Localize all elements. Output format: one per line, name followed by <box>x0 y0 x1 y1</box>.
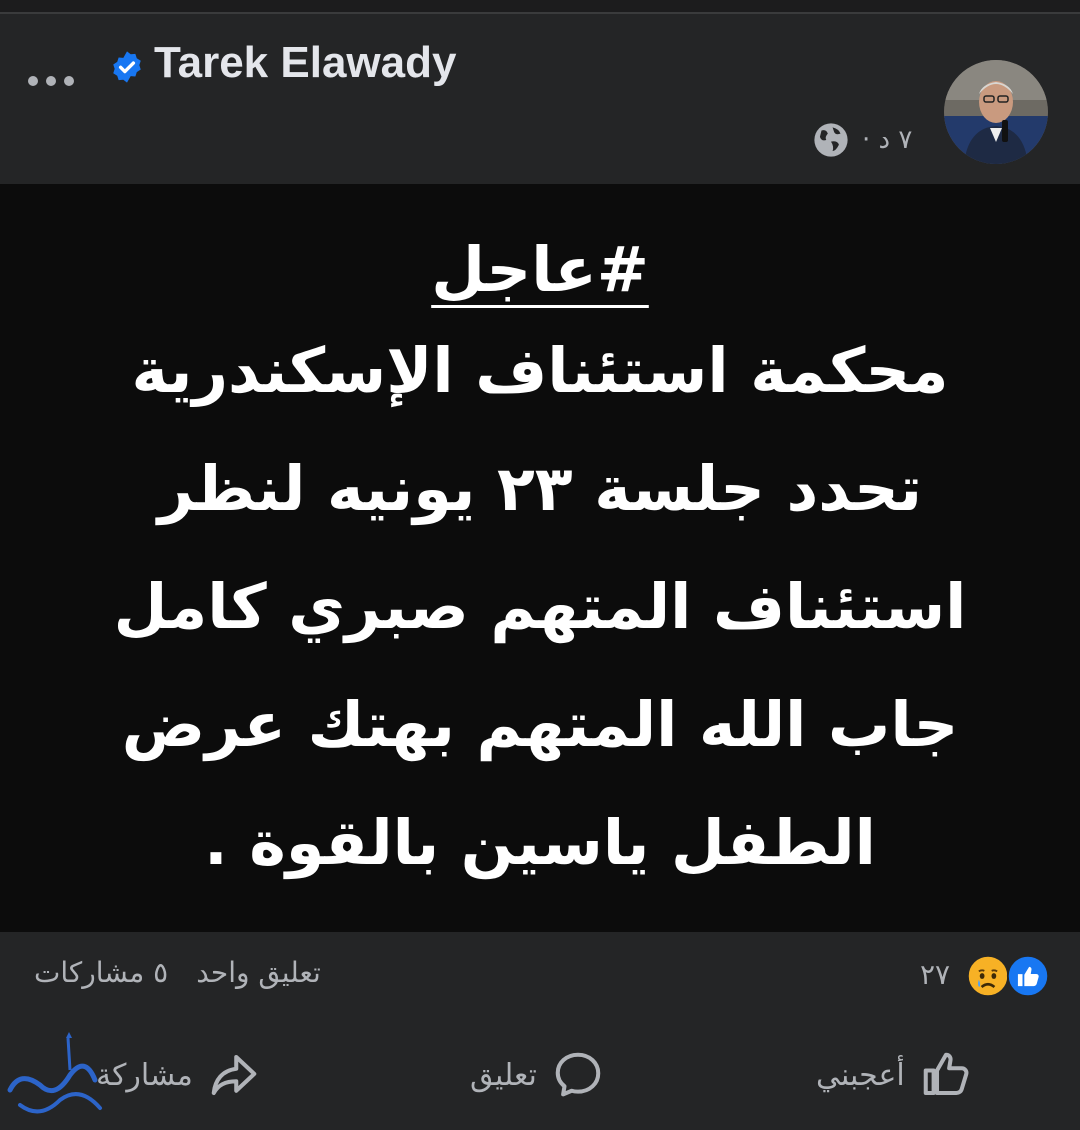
post-text: #عاجل محكمة استئناف الإسكندرية تحدد جلسة… <box>40 228 1040 902</box>
comment-count[interactable]: تعليق واحد <box>196 956 321 989</box>
engagement-stats: تعليق واحد ٥ مشاركات <box>34 956 321 989</box>
verified-badge-icon <box>113 51 141 83</box>
share-arrow-icon <box>211 1054 257 1096</box>
post-line-4: جاب الله المتهم بهتك عرض <box>121 688 959 761</box>
share-label: مشاركة <box>96 1057 193 1093</box>
sad-reaction-icon <box>966 954 1010 998</box>
comment-button[interactable]: تعليق <box>470 1048 605 1102</box>
hashtag-link[interactable]: #عاجل <box>40 228 1040 312</box>
watermark-logo <box>7 1032 102 1114</box>
comment-label: تعليق <box>470 1057 537 1093</box>
like-label: أعجبني <box>816 1057 905 1093</box>
author-avatar[interactable] <box>944 60 1048 164</box>
post-timestamp[interactable]: ٧ د · <box>862 125 912 155</box>
thumbs-up-icon <box>923 1052 969 1096</box>
globe-icon <box>814 123 848 157</box>
post-content: #عاجل محكمة استئناف الإسكندرية تحدد جلسة… <box>0 184 1080 932</box>
share-count[interactable]: ٥ مشاركات <box>34 956 168 989</box>
comment-bubble-icon <box>555 1052 601 1097</box>
top-bar <box>0 0 1080 14</box>
post-line-5: الطفل ياسين بالقوة . <box>204 806 876 879</box>
share-button[interactable]: مشاركة <box>96 1048 261 1102</box>
action-bar: أعجبني تعليق مشاركة <box>0 1018 1080 1130</box>
post-line-1: محكمة استئناف الإسكندرية <box>131 334 949 407</box>
post-line-2: تحدد جلسة ٢٣ يونيه لنظر <box>157 452 923 525</box>
post-header: Tarek Elawady ٧ د · <box>0 14 1080 184</box>
post-line-3: استئناف المتهم صبري كامل <box>113 570 967 643</box>
like-button[interactable]: أعجبني <box>816 1048 973 1102</box>
more-options-icon[interactable] <box>28 66 82 96</box>
author-name[interactable]: Tarek Elawady <box>154 38 456 88</box>
reactions-bar: تعليق واحد ٥ مشاركات ٢٧ <box>0 932 1080 1018</box>
post-meta: ٧ د · <box>812 118 912 162</box>
like-reaction-icon <box>1006 954 1050 998</box>
reaction-icons[interactable] <box>966 954 1050 998</box>
reaction-count[interactable]: ٢٧ <box>920 958 950 991</box>
